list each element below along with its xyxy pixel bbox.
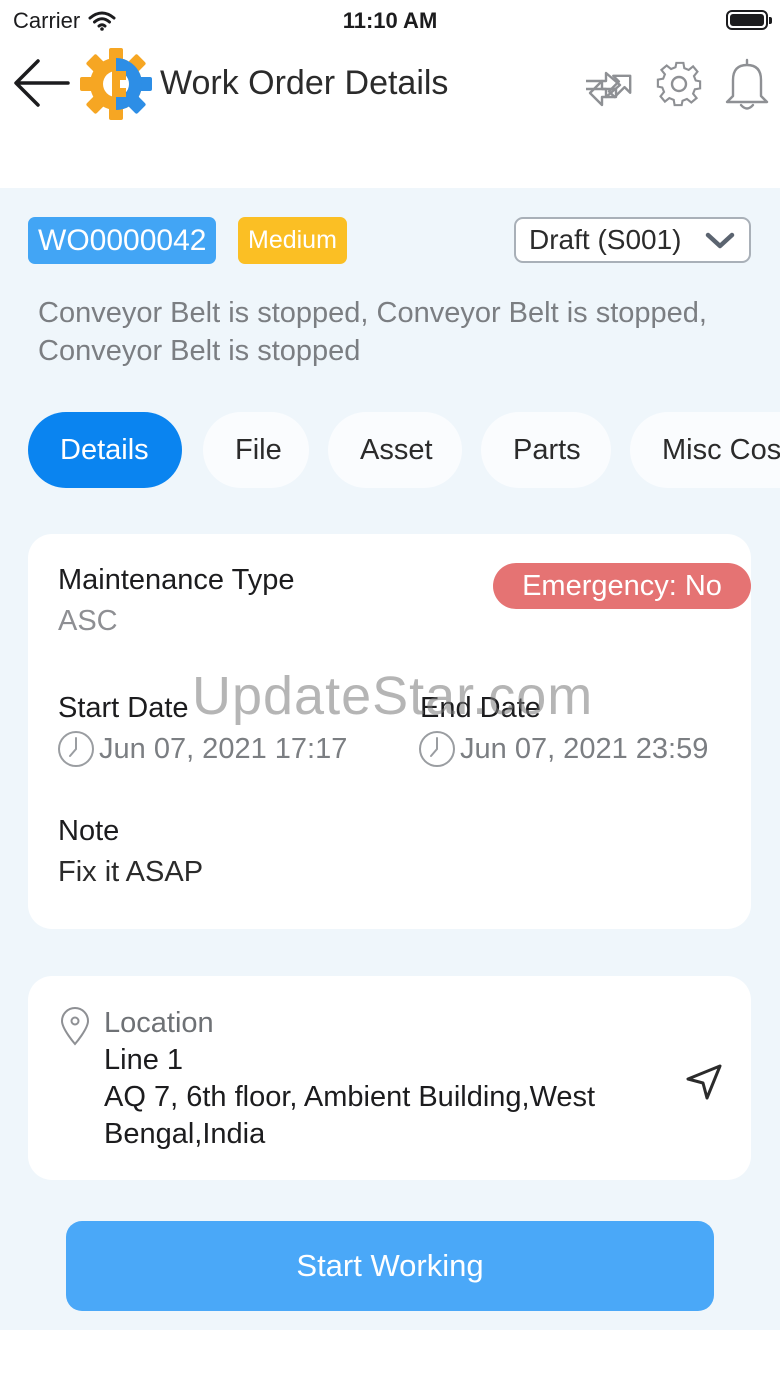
battery-icon <box>726 10 772 30</box>
location-address-line2: Bengal,India <box>104 1118 266 1150</box>
transfer-arrows-icon <box>586 71 632 107</box>
location-name: Line 1 <box>104 1044 184 1076</box>
tab-label: File <box>235 433 282 466</box>
priority-badge: Medium <box>238 217 347 264</box>
location-label: Location <box>104 1007 214 1039</box>
nav-bar: Work Order Details <box>0 44 780 144</box>
start-date-label: Start Date <box>58 692 189 724</box>
tab-label: Parts <box>513 433 581 466</box>
status-dropdown[interactable]: Draft (S001) <box>514 217 751 263</box>
gear-icon <box>656 61 702 107</box>
location-card: Location Line 1 AQ 7, 6th floor, Ambient… <box>28 976 751 1180</box>
maintenance-type-label: Maintenance Type <box>58 564 295 596</box>
arrow-left-icon <box>14 59 70 107</box>
settings-button[interactable] <box>652 56 706 112</box>
tab-asset[interactable]: Asset <box>328 412 462 488</box>
watermark-text: UpdateStar.com <box>192 666 594 726</box>
app-logo <box>78 46 154 122</box>
notifications-button[interactable] <box>720 56 774 112</box>
emergency-badge: Emergency: No <box>493 563 751 609</box>
chevron-down-icon <box>705 232 735 249</box>
work-order-content: WO0000042 Medium Draft (S001) Conveyor B… <box>0 188 780 1330</box>
navigation-arrow-icon <box>686 1064 722 1100</box>
start-working-button[interactable]: Start Working <box>66 1221 714 1311</box>
end-date-row: Jun 07, 2021 23:59 <box>418 730 708 768</box>
tab-misc-cost[interactable]: Misc Cost <box>630 412 780 488</box>
status-dropdown-value: Draft (S001) <box>529 224 682 255</box>
tab-details[interactable]: Details <box>28 412 182 488</box>
note-value: Fix it ASAP <box>58 856 204 888</box>
gear-logo-icon <box>80 48 152 120</box>
end-date-value: Jun 07, 2021 23:59 <box>460 732 709 765</box>
start-working-label: Start Working <box>296 1248 484 1283</box>
bell-icon <box>725 58 769 110</box>
tab-file[interactable]: File <box>203 412 309 488</box>
transfer-button[interactable] <box>584 56 638 112</box>
map-pin-icon <box>60 1007 90 1046</box>
status-time: 11:10 AM <box>342 8 438 33</box>
back-button[interactable] <box>10 56 72 110</box>
tab-label: Details <box>60 433 149 466</box>
tab-label: Asset <box>360 433 433 466</box>
status-bar: Carrier 11:10 AM <box>0 0 780 44</box>
page-title: Work Order Details <box>160 64 449 102</box>
start-date-row: Jun 07, 2021 17:17 <box>57 730 347 768</box>
battery-nub <box>769 17 772 24</box>
tab-parts[interactable]: Parts <box>481 412 611 488</box>
maintenance-type-value: ASC <box>58 605 118 637</box>
note-label: Note <box>58 815 120 847</box>
details-card: Maintenance Type ASC Emergency: No Start… <box>28 534 751 929</box>
battery-fill <box>730 14 764 26</box>
tab-label: Misc Cost <box>662 433 780 466</box>
tab-bar: Details File Asset Parts Misc Cost <box>28 412 780 488</box>
navigate-button[interactable] <box>678 1056 730 1108</box>
work-order-id-badge: WO0000042 <box>28 217 217 264</box>
location-address-line1: AQ 7, 6th floor, Ambient Building,West <box>104 1081 596 1113</box>
clock-icon <box>419 731 455 767</box>
start-date-value: Jun 07, 2021 17:17 <box>99 732 348 765</box>
clock-icon <box>58 731 94 767</box>
work-order-description: Conveyor Belt is stopped, Conveyor Belt … <box>38 297 707 367</box>
